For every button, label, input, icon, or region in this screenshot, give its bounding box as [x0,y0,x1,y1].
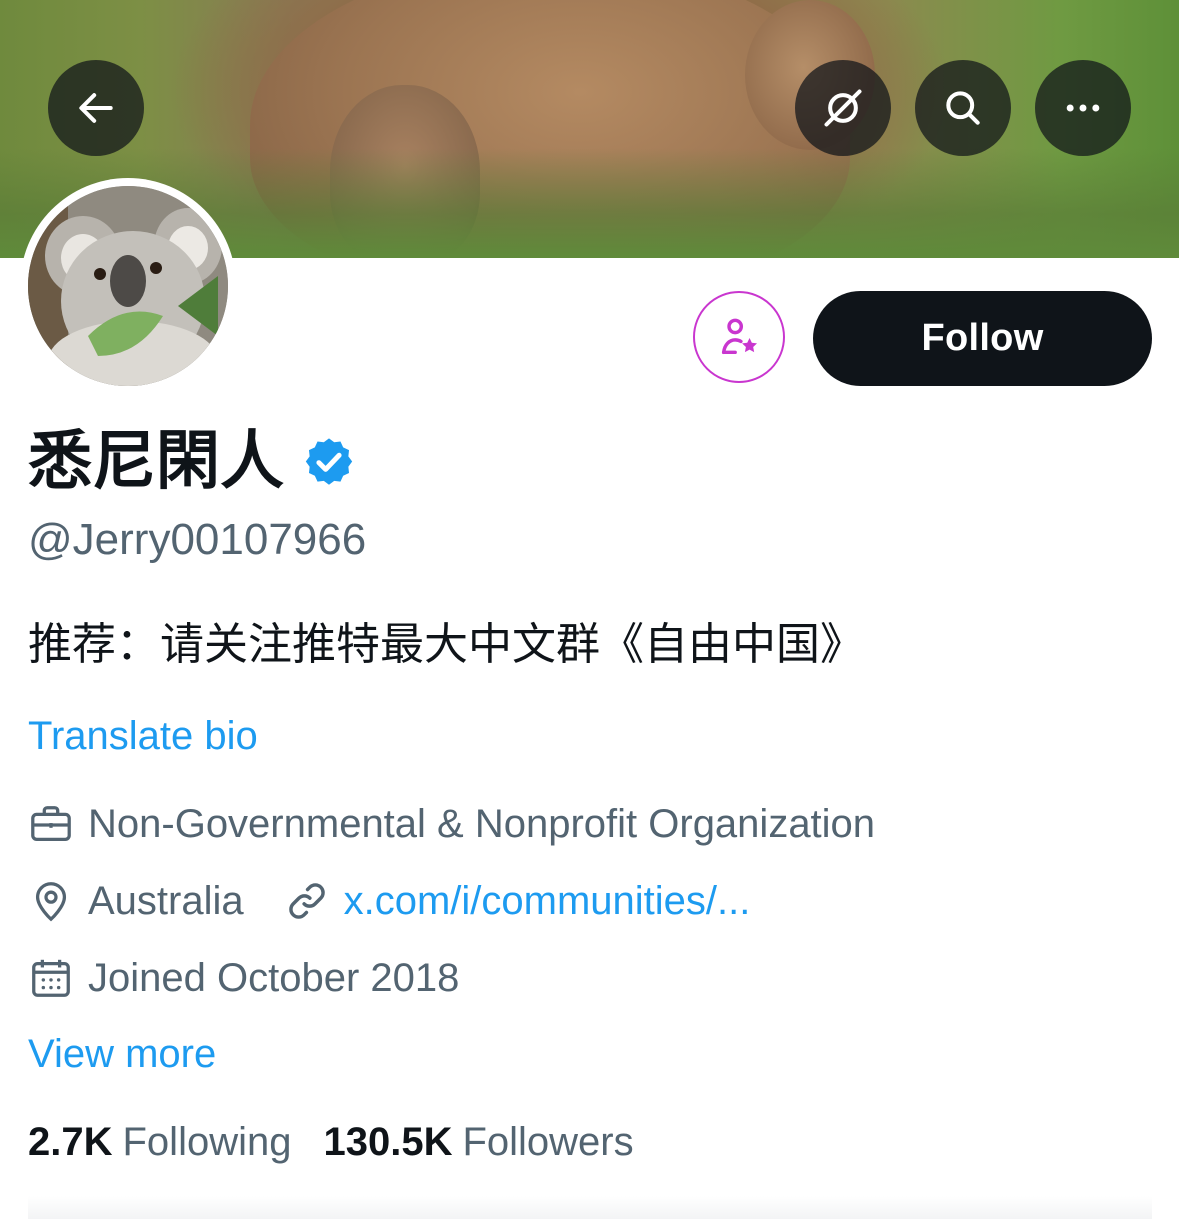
followers-label: Followers [462,1120,634,1164]
calendar-icon [32,959,70,997]
grok-icon [824,89,862,127]
next-section-edge [28,1196,1152,1219]
link-icon [288,883,325,919]
location-text: Australia [88,879,244,923]
display-name-row: 悉尼閑人 [28,420,356,504]
category-text: Non-Governmental & Nonprofit Organizatio… [88,802,876,846]
translate-bio-link[interactable]: Translate bio [28,710,258,762]
followers-stat[interactable]: 130.5K Followers [323,1116,633,1168]
view-more-link[interactable]: View more [28,1028,216,1080]
location-pin-icon [35,882,67,922]
back-button[interactable] [48,60,144,156]
following-label: Following [122,1120,292,1164]
grok-button[interactable] [795,60,891,156]
arrow-left-icon [79,93,113,123]
search-button[interactable] [915,60,1011,156]
following-count: 2.7K [28,1120,113,1164]
koala-avatar-image [28,186,228,386]
location-website-row: Australia x.com/i/communities/... [28,875,750,927]
joined-row: Joined October 2018 [28,952,459,1004]
subscribe-button[interactable] [693,291,785,383]
following-stat[interactable]: 2.7K Following [28,1116,291,1168]
bio: 推荐：请关注推特最大中文群《自由中国》 [28,619,864,670]
followers-count: 130.5K [323,1120,453,1164]
category-row: Non-Governmental & Nonprofit Organizatio… [28,798,875,850]
handle: @Jerry00107966 [28,515,367,564]
website-link[interactable]: x.com/i/communities/... [344,875,751,927]
avatar[interactable] [28,186,228,386]
display-name: 悉尼閑人 [28,425,284,499]
follow-button[interactable]: Follow [813,291,1152,386]
briefcase-icon [31,806,71,841]
subscribe-person-star-icon [721,318,758,355]
verified-badge-icon[interactable] [302,435,356,489]
more-button[interactable] [1035,60,1131,156]
more-horizontal-icon [1066,104,1100,112]
search-icon [946,91,980,125]
follow-stats: 2.7K Following 130.5K Followers [28,1116,634,1168]
joined-text: Joined October 2018 [88,956,460,1000]
